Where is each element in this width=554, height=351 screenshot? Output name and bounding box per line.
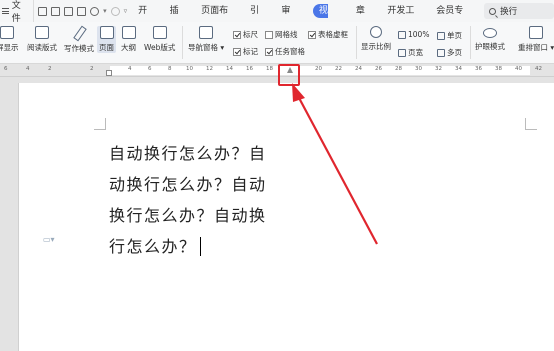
pointer-arrow-icon xyxy=(292,83,378,245)
wps-writer-window: 文件 ▾ ▿ 开始 插入 页面布局 引用 审阅 视图 章节 开发工具 会员专享 … xyxy=(0,0,554,351)
